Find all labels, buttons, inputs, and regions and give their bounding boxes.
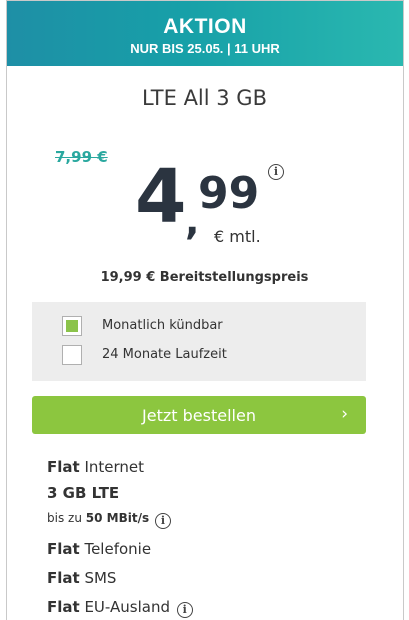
feature-speed-prefix: bis zu: [47, 511, 86, 525]
feature-internet-text: Internet: [79, 458, 145, 476]
old-price: 7,99 €: [55, 148, 108, 166]
plan-name: LTE All 3 GB: [141, 86, 267, 110]
promo-deadline: NUR BIS 25.05. | 11 UHR: [130, 41, 280, 56]
contract-options: Monatlich kündbar 24 Monate Laufzeit: [32, 302, 366, 381]
feature-telefonie: Flat Telefonie: [47, 540, 151, 558]
feature-sms: Flat SMS: [47, 569, 116, 587]
feature-sms-bold: Flat: [47, 569, 80, 587]
checkbox-monthly[interactable]: [62, 316, 82, 336]
feature-telefonie-bold: Flat: [47, 540, 80, 558]
feature-internet-bold: Flat: [47, 458, 80, 476]
feature-internet: Flat Internet: [47, 458, 144, 476]
option-monthly-label: Monatlich kündbar: [102, 318, 223, 333]
feature-speed-bold: 50 MBit/s: [85, 511, 150, 525]
promo-banner: AKTION NUR BIS 25.05. | 11 UHR: [7, 1, 403, 66]
feature-eu-text: EU-Ausland: [79, 598, 170, 616]
feature-eu-bold: Flat: [47, 598, 80, 616]
feature-sms-text: SMS: [79, 569, 117, 587]
promo-title: AKTION: [163, 15, 247, 38]
checkbox-24-months[interactable]: [62, 345, 82, 365]
price-info-icon[interactable]: i: [268, 164, 284, 180]
feature-telefonie-text: Telefonie: [79, 540, 152, 558]
option-24-months-label: 24 Monate Laufzeit: [102, 347, 227, 362]
setup-fee: 19,99 € Bereitstellungspreis: [100, 270, 309, 285]
order-button-label: Jetzt bestellen: [142, 406, 256, 425]
price-decimal: 99: [198, 168, 260, 219]
order-button[interactable]: Jetzt bestellen ›: [32, 396, 366, 434]
price-integer: 4: [135, 154, 187, 240]
chevron-right-icon: ›: [341, 404, 348, 424]
feature-volume-bold: 3 GB LTE: [47, 484, 120, 502]
price-unit: € mtl.: [214, 227, 261, 246]
eu-info-icon[interactable]: i: [176, 602, 193, 618]
feature-volume: 3 GB LTE: [47, 484, 119, 502]
feature-eu: Flat EU-Ausland i: [47, 598, 193, 618]
speed-info-icon[interactable]: i: [154, 513, 171, 529]
feature-speed: bis zu 50 MBit/s i: [47, 511, 171, 529]
